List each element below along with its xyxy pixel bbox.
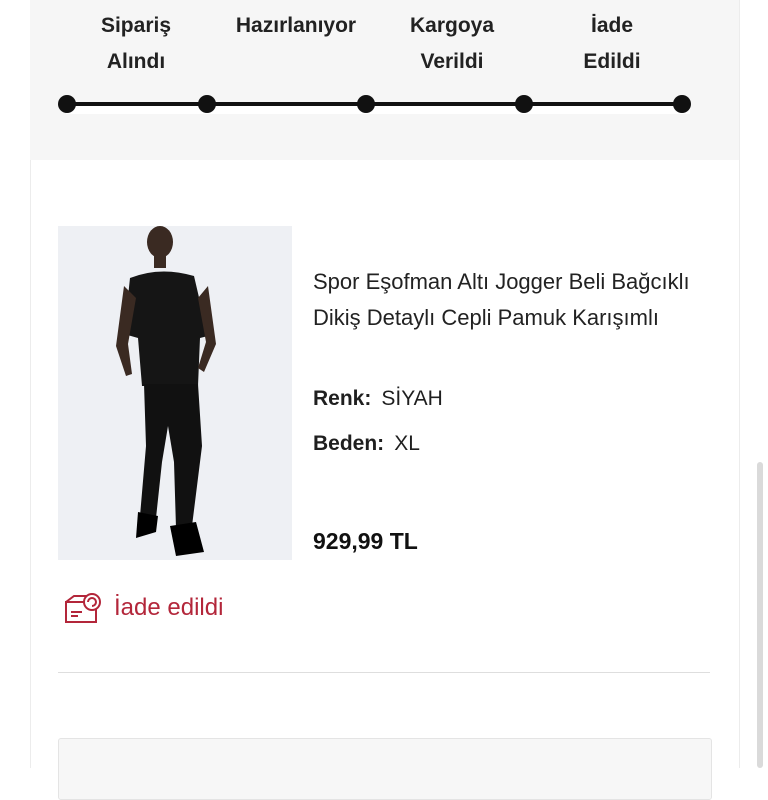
product-color-label: Renk: (313, 387, 372, 410)
tracker-dot-preparing (198, 95, 216, 113)
tracker-dot-returned (673, 95, 691, 113)
product-image[interactable] (58, 226, 292, 560)
tracker-dot-shipped (357, 95, 375, 113)
product-size-value: XL (394, 432, 420, 455)
step-label-order-received-line2: Alındı (106, 50, 166, 73)
tracker-dot-returned-step (515, 95, 533, 113)
product-price: 929,99 TL (313, 528, 418, 554)
product-title[interactable]: Spor Eşofman Altı Jogger Beli Bağcıklı D… (313, 264, 713, 336)
product-size: Beden: XL (313, 429, 420, 459)
product-size-label: Beden: (313, 432, 385, 455)
product-color: Renk: SİYAH (313, 384, 443, 414)
return-box-icon (65, 593, 101, 623)
step-label-shipped: Kargoya Verildi (402, 8, 502, 80)
step-label-returned-line2: Edildi (583, 50, 641, 73)
step-label-order-received: Sipariş Alındı (86, 8, 186, 80)
product-color-value: SİYAH (381, 387, 443, 410)
step-label-shipped-line2: Verildi (420, 50, 484, 73)
tracker-line-underlay (66, 106, 690, 114)
step-label-returned-line1: İade (590, 14, 634, 37)
step-label-preparing: Hazırlanıyor (235, 14, 357, 37)
step-label-returned: İade Edildi (572, 8, 652, 80)
product-model-illustration (58, 226, 292, 560)
step-label-order-received-line1: Sipariş (100, 14, 172, 37)
tracker-dot-order-received (58, 95, 76, 113)
section-divider (58, 672, 710, 673)
return-status: İade edildi (64, 588, 223, 628)
step-label-shipped-line1: Kargoya (409, 14, 495, 37)
scrollbar[interactable] (757, 462, 763, 768)
next-section-box[interactable] (58, 738, 712, 800)
return-status-text: İade edildi (114, 594, 224, 621)
